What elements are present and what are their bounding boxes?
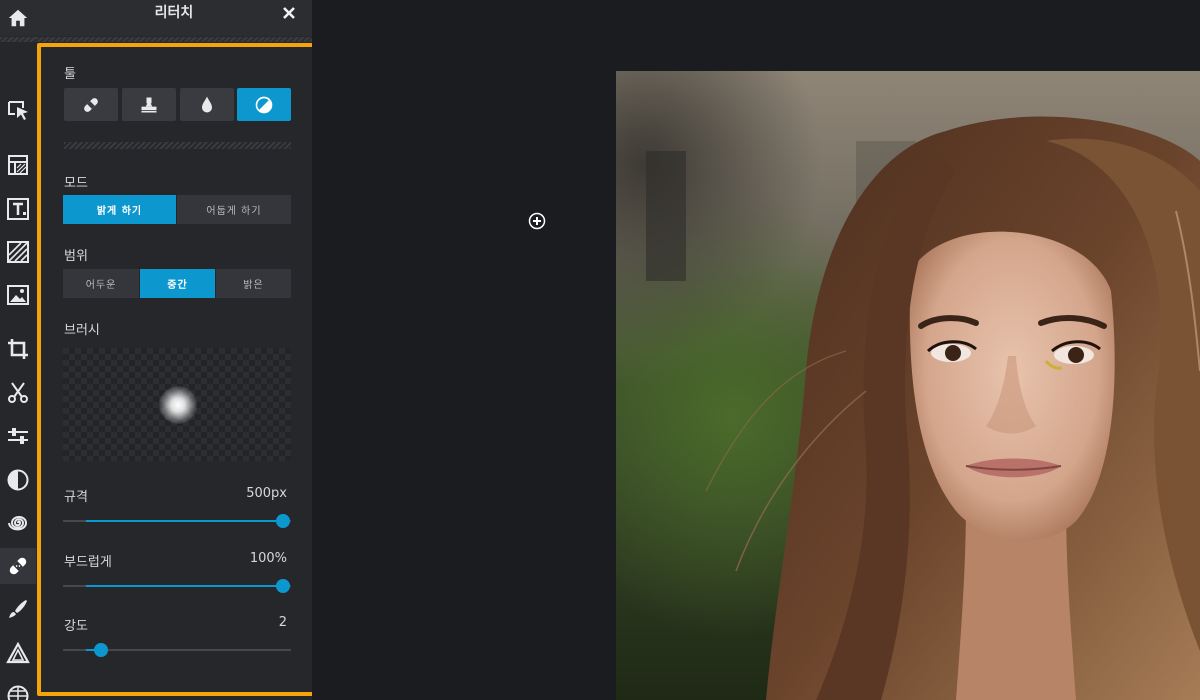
toolbar-stripe: [0, 37, 36, 42]
spiral-icon: [8, 516, 28, 531]
bandage-tool-button[interactable]: [64, 88, 118, 121]
sticker-tool-button[interactable]: [0, 678, 36, 700]
crop-icon: [8, 339, 28, 359]
select-tool-button[interactable]: [0, 92, 36, 128]
range-dark-button[interactable]: 어두운: [63, 269, 139, 298]
slider-thumb[interactable]: [94, 643, 108, 657]
adjust-tool-button[interactable]: [0, 418, 36, 454]
size-slider[interactable]: [63, 514, 291, 528]
retouch-tool-button[interactable]: [0, 548, 36, 584]
range-bright-button[interactable]: 밝은: [216, 269, 291, 298]
strength-value: 2: [278, 615, 287, 630]
strength-slider[interactable]: [63, 643, 291, 657]
bandage-icon: [9, 557, 27, 575]
panel-stripe: [36, 37, 312, 42]
dodge-burn-tool-button[interactable]: [237, 88, 291, 121]
contrast-icon: [7, 469, 29, 491]
image-icon: [7, 285, 29, 305]
range-mid-button[interactable]: 중간: [140, 269, 215, 298]
strength-label: 강도: [64, 619, 88, 634]
mode-label: 모드: [64, 176, 88, 191]
zoom-plus-cursor-icon: [528, 212, 546, 230]
text-icon: [7, 198, 29, 220]
portrait-image: [616, 71, 1200, 700]
panel-header: 리터치: [36, 0, 312, 36]
slider-thumb[interactable]: [276, 514, 290, 528]
adjust-sliders-icon: [8, 428, 28, 444]
pattern-icon: [7, 241, 29, 263]
softness-slider[interactable]: [63, 579, 291, 593]
close-icon: [283, 7, 295, 19]
drop-icon: [202, 96, 212, 112]
triangle-icon: [6, 641, 30, 664]
select-arrow-icon: [8, 101, 28, 120]
brush-icon: [9, 600, 27, 618]
stamp-icon: [141, 97, 157, 112]
image-tool-button[interactable]: [0, 277, 36, 313]
brush-preview-dot: [159, 386, 197, 424]
home-button[interactable]: [0, 0, 36, 36]
blur-tool-button[interactable]: [180, 88, 234, 121]
layers-icon: [8, 155, 28, 175]
size-label: 규격: [64, 490, 88, 505]
effects-tool-button[interactable]: [0, 505, 36, 541]
slider-fill: [86, 585, 283, 587]
size-value: 500px: [246, 486, 287, 501]
text-tool-button[interactable]: [0, 191, 36, 227]
draw-tool-button[interactable]: [0, 591, 36, 627]
left-toolbar: [0, 0, 36, 700]
portrait-photo[interactable]: [616, 71, 1200, 700]
grid-sphere-icon: [7, 685, 29, 700]
softness-label: 부드럽게: [64, 555, 112, 570]
crop-tool-button[interactable]: [0, 331, 36, 367]
panel-title: 리터치: [154, 5, 194, 21]
section-divider: [64, 142, 291, 149]
mode-darken-button[interactable]: 어둡게 하기: [177, 195, 291, 224]
brush-label: 브러시: [64, 323, 100, 338]
layers-tool-button[interactable]: [0, 147, 36, 183]
scissors-icon: [8, 382, 28, 403]
contrast-circle-icon: [255, 96, 273, 113]
range-label: 범위: [64, 249, 88, 264]
slider-thumb[interactable]: [276, 579, 290, 593]
app: 리터치 툴 모드 밝게 하기 어둡게 하기 범위 어두운 중간 밝은 브러시 규…: [0, 0, 1200, 700]
close-button[interactable]: [278, 2, 300, 24]
tools-label: 툴: [64, 67, 76, 82]
filter-tool-button[interactable]: [0, 462, 36, 498]
shape-tool-button[interactable]: [0, 635, 36, 671]
bandage-icon: [84, 97, 98, 112]
home-icon: [8, 9, 28, 27]
brush-preview: [63, 348, 291, 461]
cutout-tool-button[interactable]: [0, 375, 36, 411]
slider-fill: [86, 520, 283, 522]
pattern-tool-button[interactable]: [0, 234, 36, 270]
stamp-tool-button[interactable]: [122, 88, 176, 121]
mode-brighten-button[interactable]: 밝게 하기: [63, 195, 176, 224]
softness-value: 100%: [249, 551, 287, 566]
